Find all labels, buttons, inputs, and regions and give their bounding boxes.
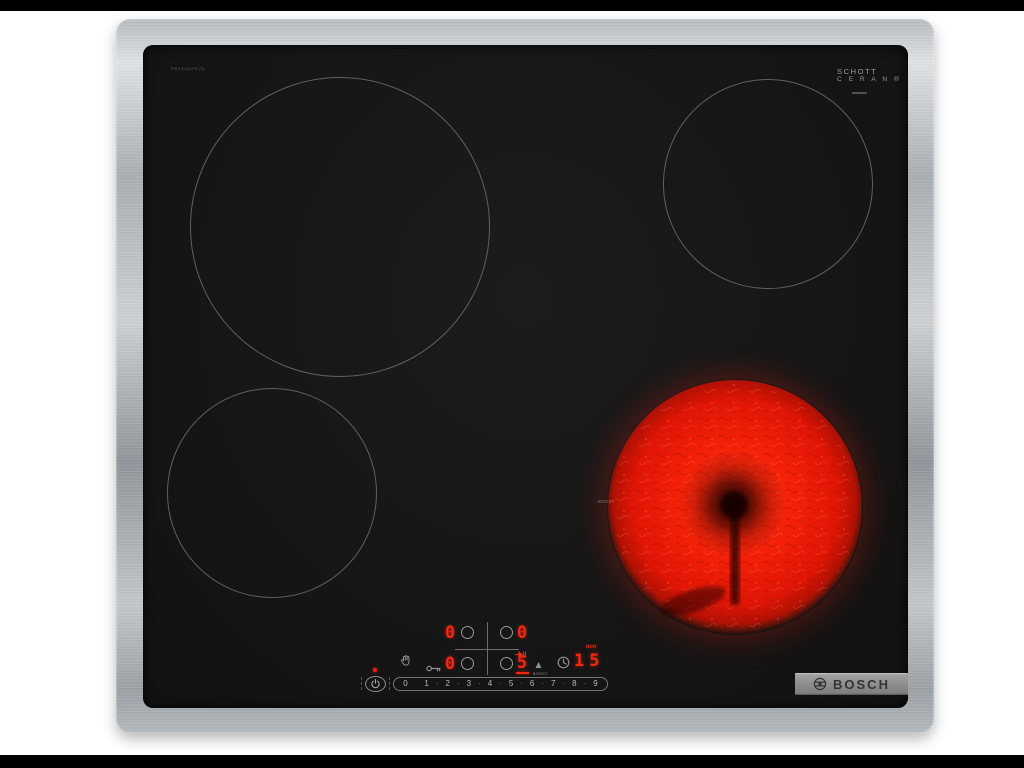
slider-number-2[interactable]: 2	[444, 680, 451, 688]
bosch-armature-icon	[813, 677, 827, 691]
slider-number-7[interactable]: 7	[550, 680, 557, 688]
key-icon	[426, 664, 442, 673]
heating-element-glow	[607, 379, 863, 635]
boost-icon	[535, 662, 542, 668]
active-zone-underline	[516, 672, 529, 674]
boost-key-label: BOOST	[533, 672, 543, 676]
slider-number-5[interactable]: 5	[508, 680, 515, 688]
slider-number-9[interactable]: 9	[592, 680, 599, 688]
hand-icon	[399, 654, 413, 668]
boost-key[interactable]: BOOST	[529, 655, 547, 671]
top-letterbox-bar	[0, 0, 1024, 11]
zone-display-front-left: 0	[442, 656, 458, 673]
slider-separator: ·	[451, 680, 465, 688]
burner-back-right	[663, 79, 873, 289]
power-icon	[371, 679, 380, 689]
bosch-badge: BOSCH	[795, 673, 908, 695]
timer-unit-label: min	[586, 644, 597, 650]
burner-front-right-active	[607, 379, 863, 635]
power-key-divider-left	[361, 677, 362, 690]
zone-display-back-right: 0	[514, 625, 530, 642]
power-indicator-dot	[373, 668, 377, 672]
zone-select-back-left[interactable]	[461, 626, 474, 639]
zone-cross-horizontal	[455, 649, 519, 650]
zone-select-back-right[interactable]	[500, 626, 513, 639]
dual-zone-indicator-icon	[515, 651, 529, 658]
schott-ceran-subtext	[852, 92, 867, 94]
power-key-divider-right	[389, 677, 390, 690]
slider-number-6[interactable]: 6	[529, 680, 536, 688]
cooktop-frame: PKF645FP2E SCHOTT C E R A N ®	[116, 19, 934, 733]
zone-select-front-right[interactable]	[500, 657, 513, 670]
ceramic-glass-surface: PKF645FP2E SCHOTT C E R A N ®	[143, 45, 908, 708]
slider-separator: ·	[472, 680, 486, 688]
zone-display-back-left: 0	[442, 625, 458, 642]
burner-front-left	[167, 388, 377, 598]
slider-separator: ·	[578, 680, 592, 688]
slider-separator: ·	[536, 680, 550, 688]
schott-ceran-line2: C E R A N ®	[837, 76, 901, 84]
child-lock-key[interactable]	[426, 660, 442, 669]
power-key[interactable]	[365, 676, 386, 692]
slider-number-0[interactable]: 0	[402, 680, 409, 688]
slider-separator: ·	[557, 680, 571, 688]
schott-ceran-logo: SCHOTT C E R A N ®	[837, 67, 901, 85]
pause-key[interactable]	[399, 654, 413, 668]
slider-number-8[interactable]: 8	[571, 680, 578, 688]
slider-number-4[interactable]: 4	[486, 680, 493, 688]
slider-separator: ·	[430, 680, 444, 688]
bosch-brand-label: BOSCH	[833, 677, 890, 692]
slider-number-1[interactable]: 1	[423, 680, 430, 688]
slider-number-3[interactable]: 3	[465, 680, 472, 688]
timer-key[interactable]	[557, 656, 570, 669]
bottom-letterbox-bar	[0, 755, 1024, 768]
model-marking: PKF645FP2E	[171, 67, 205, 72]
slider-separator: ·	[493, 680, 507, 688]
power-level-slider[interactable]: 0 · 1 · 2 · 3 · 4 · 5 · 6 · 7 · 8 · 9	[393, 677, 608, 691]
slider-separator: ·	[515, 680, 529, 688]
zone-select-front-left[interactable]	[461, 657, 474, 670]
burner-back-left	[190, 77, 490, 377]
schott-ceran-line1: SCHOTT	[837, 67, 901, 76]
boost-zone-marking: BOOST	[598, 500, 615, 504]
timer-display: 15	[574, 653, 604, 670]
dual-zone-indicator	[515, 645, 529, 663]
clock-icon	[557, 656, 570, 669]
